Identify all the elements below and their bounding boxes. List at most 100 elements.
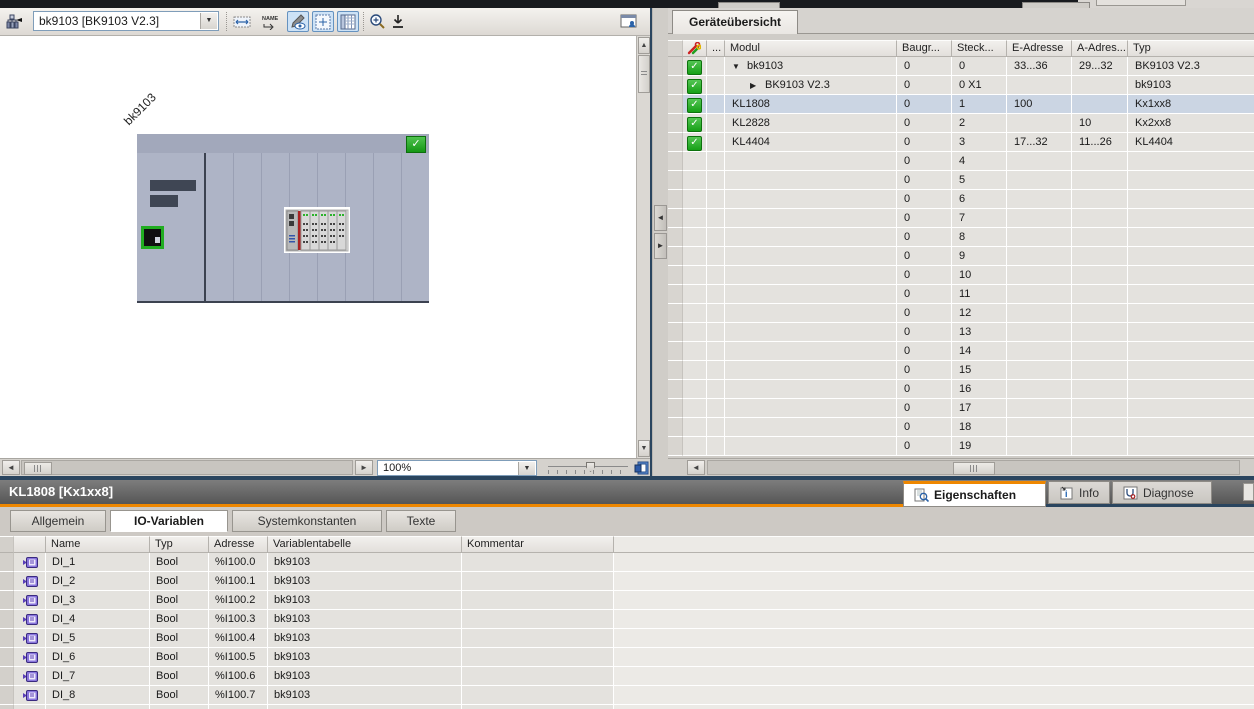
modul-cell[interactable]: KL1808: [725, 95, 897, 114]
tab-io-variablen[interactable]: IO-Variablen: [110, 510, 228, 532]
io-variable-row[interactable]: DI_8 Bool %I100.7 bk9103: [0, 686, 1254, 705]
overview-row[interactable]: ✓ KL4404 0 3 17...32 11...26 KL4404: [668, 133, 1254, 152]
zoom-slider[interactable]: [548, 462, 628, 474]
zoom-in-icon[interactable]: [366, 11, 388, 32]
show-columns-icon[interactable]: [337, 11, 359, 32]
grid-select-icon[interactable]: [312, 11, 334, 32]
name-cell[interactable]: DI_6: [46, 648, 150, 667]
header-modul[interactable]: Modul: [725, 40, 897, 57]
scroll-right-icon[interactable]: ►: [355, 460, 373, 475]
device-canvas[interactable]: bk9103 ✓: [0, 36, 636, 458]
horizontal-scroll-thumb[interactable]: [24, 462, 52, 475]
header-kommentar[interactable]: Kommentar: [462, 536, 614, 553]
pane-splitter[interactable]: ◄ ►: [652, 8, 669, 476]
name-cell[interactable]: DI_7: [46, 667, 150, 686]
header-e-adresse[interactable]: E-Adresse: [1007, 40, 1072, 57]
modul-cell[interactable]: [725, 418, 897, 437]
tab-allgemein[interactable]: Allgemein: [10, 510, 106, 532]
modul-cell[interactable]: [725, 171, 897, 190]
overview-row[interactable]: ✓ KL1808 0 1 100 Kx1xx8: [668, 95, 1254, 114]
overview-row[interactable]: 0 17: [668, 399, 1254, 418]
modul-cell[interactable]: [725, 228, 897, 247]
overview-row[interactable]: 06: [668, 190, 1254, 209]
overview-row[interactable]: ✓ ▼ bk9103 0 0 33...36 29...32 BK9103 V2.3: [668, 57, 1254, 76]
overview-row[interactable]: 0 12: [668, 304, 1254, 323]
overview-row[interactable]: 0 11: [668, 285, 1254, 304]
expander-open-icon[interactable]: ▼: [732, 58, 747, 75]
collapse-left-icon[interactable]: ◄: [654, 205, 667, 231]
header-adresse[interactable]: Adresse: [209, 536, 268, 553]
header-typ[interactable]: Typ: [1128, 40, 1254, 57]
overview-row[interactable]: 09: [668, 247, 1254, 266]
modul-cell[interactable]: [725, 152, 897, 171]
name-cell[interactable]: [46, 705, 150, 709]
modul-cell[interactable]: [725, 437, 897, 456]
modul-cell[interactable]: KL4404: [725, 133, 897, 152]
modul-cell[interactable]: [725, 342, 897, 361]
overview-row[interactable]: 0 18: [668, 418, 1254, 437]
name-cell[interactable]: DI_4: [46, 610, 150, 629]
header-name[interactable]: Name: [46, 536, 150, 553]
device-selector-dropdown[interactable]: bk9103 [BK9103 V2.3] ▼: [33, 11, 219, 31]
expander-closed-icon[interactable]: ▶: [750, 77, 765, 94]
modul-cell[interactable]: [725, 304, 897, 323]
modul-cell[interactable]: [725, 285, 897, 304]
edit-mode-icon[interactable]: [287, 11, 309, 32]
scroll-left-icon[interactable]: ◄: [2, 460, 20, 475]
io-variable-row[interactable]: DI_4 Bool %I100.3 bk9103: [0, 610, 1254, 629]
zoom-level-dropdown[interactable]: 100% ▼: [377, 460, 537, 476]
io-variable-row[interactable]: DI_6 Bool %I100.5 bk9103: [0, 648, 1254, 667]
modul-cell[interactable]: [725, 380, 897, 399]
modul-cell[interactable]: [725, 361, 897, 380]
canvas-horizontal-scrollbar[interactable]: [21, 460, 353, 475]
pane-tab-diagnose[interactable]: Diagnose: [1112, 481, 1212, 504]
io-variable-row[interactable]: DI_2 Bool %I100.1 bk9103: [0, 572, 1254, 591]
modul-cell[interactable]: [725, 266, 897, 285]
modul-cell[interactable]: [725, 209, 897, 228]
modul-cell[interactable]: [725, 247, 897, 266]
modul-cell[interactable]: [725, 399, 897, 418]
header-steckplatz[interactable]: Steck...: [952, 40, 1007, 57]
split-window-icon[interactable]: [617, 11, 639, 32]
header-a-adresse[interactable]: A-Adres...: [1072, 40, 1128, 57]
canvas-vertical-scrollbar[interactable]: ▲ ▼: [636, 36, 650, 458]
overview-horizontal-scrollbar[interactable]: [707, 460, 1240, 475]
dropdown-arrow-icon[interactable]: ▼: [518, 462, 535, 475]
header-typ[interactable]: Typ: [150, 536, 209, 553]
measure-width-icon[interactable]: [231, 11, 253, 32]
header-dots[interactable]: ...: [707, 40, 725, 57]
io-variable-row[interactable]: DI_5 Bool %I100.4 bk9103: [0, 629, 1254, 648]
ethernet-port-icon[interactable]: [141, 226, 164, 249]
tab-geraeteuebersicht[interactable]: Geräteübersicht: [672, 10, 799, 34]
overview-row[interactable]: ✓ KL2828 0 2 10 Kx2xx8: [668, 114, 1254, 133]
overview-row[interactable]: 08: [668, 228, 1254, 247]
io-variable-row[interactable]: DI_1 Bool %I100.0 bk9103: [0, 553, 1254, 572]
name-cell[interactable]: DI_2: [46, 572, 150, 591]
bus-coupler-image[interactable]: [284, 207, 350, 253]
io-variable-row[interactable]: DI_3 Bool %I100.2 bk9103: [0, 591, 1254, 610]
overview-row[interactable]: 04: [668, 152, 1254, 171]
overview-row[interactable]: 0 19: [668, 437, 1254, 456]
save-layout-icon[interactable]: [387, 11, 409, 32]
tab-texte[interactable]: Texte: [386, 510, 456, 532]
scroll-up-icon[interactable]: ▲: [638, 37, 650, 54]
io-variable-row[interactable]: DI_7 Bool %I100.6 bk9103: [0, 667, 1254, 686]
name-cell[interactable]: DI_1: [46, 553, 150, 572]
modul-cell[interactable]: ▼ bk9103: [725, 57, 897, 76]
scroll-left-icon[interactable]: ◄: [687, 460, 705, 475]
overview-row[interactable]: 0 14: [668, 342, 1254, 361]
vertical-scroll-thumb[interactable]: [638, 55, 650, 93]
overview-row[interactable]: 0 15: [668, 361, 1254, 380]
fit-to-view-icon[interactable]: [632, 460, 650, 476]
name-cell[interactable]: DI_5: [46, 629, 150, 648]
tab-systemkonstanten[interactable]: Systemkonstanten: [232, 510, 382, 532]
modul-cell[interactable]: ▶ BK9103 V2.3: [725, 76, 897, 95]
overview-row[interactable]: 0 10: [668, 266, 1254, 285]
pane-tab-eigenschaften[interactable]: Eigenschaften: [903, 481, 1046, 507]
overview-row[interactable]: ✓ ▶ BK9103 V2.3 0 0 X1 bk9103: [668, 76, 1254, 95]
name-cell[interactable]: DI_3: [46, 591, 150, 610]
network-view-icon[interactable]: [3, 11, 25, 32]
overview-row[interactable]: 07: [668, 209, 1254, 228]
collapse-right-icon[interactable]: ►: [654, 233, 667, 259]
dropdown-arrow-icon[interactable]: ▼: [200, 13, 217, 29]
